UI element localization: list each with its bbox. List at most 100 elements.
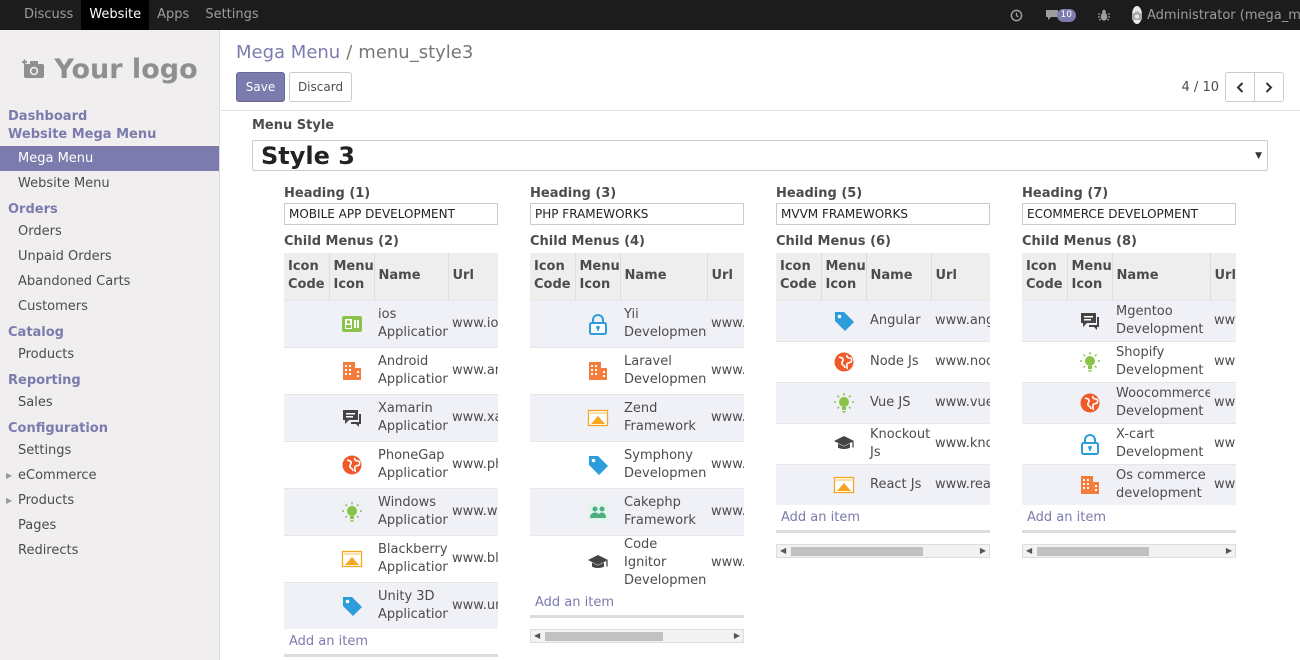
column-header-icon-code[interactable]: Icon Code bbox=[1022, 253, 1067, 300]
table-row[interactable]: Os commerce development www bbox=[1022, 463, 1236, 505]
column-header-url[interactable]: Url bbox=[447, 253, 498, 300]
scrollbar-thumb[interactable] bbox=[545, 631, 663, 641]
app-menu-apps[interactable]: Apps bbox=[149, 0, 197, 30]
table-row[interactable]: Blackberry Application www.bla bbox=[284, 534, 498, 582]
table-row[interactable]: Symphony Development www.s bbox=[530, 440, 744, 488]
discard-button[interactable]: Discard bbox=[289, 72, 352, 102]
column-header-name[interactable]: Name bbox=[865, 253, 931, 300]
table-row[interactable]: Vue JS www.vuej bbox=[776, 381, 990, 423]
table-row[interactable]: Xamarin Application www.xar bbox=[284, 393, 498, 441]
sidebar-section-orders[interactable]: Orders bbox=[0, 201, 219, 219]
horizontal-scrollbar[interactable]: ◀ ▶ bbox=[776, 544, 990, 558]
sidebar-item-ecommerce[interactable]: ▶ eCommerce bbox=[0, 463, 219, 488]
scroll-right-icon[interactable]: ▶ bbox=[980, 544, 986, 558]
sidebar-section-website-mega-menu[interactable]: Website Mega Menu bbox=[0, 126, 219, 144]
sidebar-item-settings[interactable]: Settings bbox=[0, 438, 219, 463]
app-menu-discuss[interactable]: Discuss bbox=[16, 0, 81, 30]
sidebar-item-products[interactable]: Products bbox=[0, 342, 219, 367]
column-header-menu-icon[interactable]: Menu Icon bbox=[820, 253, 866, 300]
icon-code-cell bbox=[284, 487, 329, 535]
sidebar-item-abandoned-carts[interactable]: Abandoned Carts bbox=[0, 269, 219, 294]
messages-icon[interactable]: 10 bbox=[1045, 8, 1076, 22]
pager-previous-button[interactable] bbox=[1225, 72, 1255, 102]
menu-style-select[interactable]: Style 3 ▼ bbox=[252, 140, 1268, 171]
table-row[interactable]: Windows Application www.wir bbox=[284, 487, 498, 535]
sidebar-item-mega-menu[interactable]: Mega Menu bbox=[0, 146, 219, 171]
scroll-left-icon[interactable]: ◀ bbox=[780, 544, 786, 558]
table-row[interactable]: X-cart Development www bbox=[1022, 422, 1236, 464]
breadcrumb-parent[interactable]: Mega Menu bbox=[236, 42, 340, 63]
column-header-icon-code[interactable]: Icon Code bbox=[530, 253, 575, 300]
column-header-icon-code[interactable]: Icon Code bbox=[284, 253, 329, 300]
table-row[interactable]: Zend Framework www.z bbox=[530, 393, 744, 441]
table-row[interactable]: Android Application www.an bbox=[284, 346, 498, 394]
sidebar-section-configuration[interactable]: Configuration bbox=[0, 420, 219, 438]
column-header-name[interactable]: Name bbox=[619, 253, 707, 300]
company-logo[interactable]: Your logo bbox=[0, 30, 220, 108]
heading-input[interactable]: ECOMMERCE DEVELOPMENT bbox=[1022, 203, 1236, 225]
sidebar-item-products[interactable]: ▶ Products bbox=[0, 488, 219, 513]
save-button[interactable]: Save bbox=[236, 72, 285, 102]
sidebar-item-orders[interactable]: Orders bbox=[0, 219, 219, 244]
sidebar-item-pages[interactable]: Pages bbox=[0, 513, 219, 538]
heading-input[interactable]: MOBILE APP DEVELOPMENT bbox=[284, 203, 498, 225]
add-item-link[interactable]: Add an item bbox=[530, 590, 744, 618]
column-header-menu-icon[interactable]: Menu Icon bbox=[1066, 253, 1112, 300]
horizontal-scrollbar[interactable]: ◀ ▶ bbox=[1022, 544, 1236, 558]
user-menu[interactable]: Administrator (mega_m... bbox=[1132, 6, 1300, 24]
heading-input[interactable]: MVVM FRAMEWORKS bbox=[776, 203, 990, 225]
table-row[interactable]: Laravel Development www.l bbox=[530, 346, 744, 394]
clock-icon[interactable] bbox=[1010, 9, 1023, 22]
sidebar-item-customers[interactable]: Customers bbox=[0, 294, 219, 319]
column-header-name[interactable]: Name bbox=[373, 253, 448, 300]
menu-icon-cell bbox=[821, 299, 866, 341]
table-row[interactable]: Knockout Js www.knoc bbox=[776, 422, 990, 464]
sidebar-section-dashboard[interactable]: Dashboard bbox=[0, 108, 219, 126]
add-item-link[interactable]: Add an item bbox=[284, 629, 498, 657]
table-row[interactable]: ios Application www.ios bbox=[284, 299, 498, 347]
table-row[interactable]: Mgentoo Development www bbox=[1022, 299, 1236, 341]
table-row[interactable]: Code Ignitor Development www.c bbox=[530, 534, 744, 590]
column-header-name[interactable]: Name bbox=[1111, 253, 1210, 300]
add-item-link[interactable]: Add an item bbox=[1022, 505, 1236, 533]
sidebar-section-reporting[interactable]: Reporting bbox=[0, 372, 219, 390]
table-row[interactable]: Unity 3D Application www.un bbox=[284, 581, 498, 629]
column-header-url[interactable]: Url bbox=[706, 253, 744, 300]
scroll-right-icon[interactable]: ▶ bbox=[734, 629, 740, 643]
heading-input[interactable]: PHP FRAMEWORKS bbox=[530, 203, 744, 225]
column-header-url[interactable]: Url bbox=[930, 253, 990, 300]
pager-value[interactable]: 4 / 10 bbox=[1182, 80, 1219, 95]
sidebar-item-website-menu[interactable]: Website Menu bbox=[0, 171, 219, 196]
table-row[interactable]: React Js www.reac bbox=[776, 463, 990, 505]
column-header-menu-icon[interactable]: Menu Icon bbox=[574, 253, 620, 300]
table-row[interactable]: Angular www.angu bbox=[776, 299, 990, 341]
pager-next-button[interactable] bbox=[1254, 72, 1284, 102]
sidebar-item-unpaid-orders[interactable]: Unpaid Orders bbox=[0, 244, 219, 269]
scroll-right-icon[interactable]: ▶ bbox=[1226, 544, 1232, 558]
scrollbar-thumb[interactable] bbox=[791, 547, 923, 556]
app-menu-settings[interactable]: Settings bbox=[197, 0, 266, 30]
bug-icon[interactable] bbox=[1098, 9, 1110, 22]
column-header-url[interactable]: Url bbox=[1209, 253, 1236, 300]
table-row[interactable]: Node Js www.node bbox=[776, 340, 990, 382]
url-cell: www.an bbox=[448, 346, 498, 394]
table-row[interactable]: Shopify Development www bbox=[1022, 340, 1236, 382]
add-item-link[interactable]: Add an item bbox=[776, 505, 990, 533]
column-header-icon-code[interactable]: Icon Code bbox=[776, 253, 821, 300]
scroll-left-icon[interactable]: ◀ bbox=[534, 629, 540, 643]
column-header-menu-icon[interactable]: Menu Icon bbox=[328, 253, 374, 300]
sidebar-item-sales[interactable]: Sales bbox=[0, 390, 219, 415]
scroll-left-icon[interactable]: ◀ bbox=[1026, 544, 1032, 558]
table-row[interactable]: Cakephp Framework www.c bbox=[530, 487, 744, 535]
horizontal-scrollbar[interactable]: ◀ ▶ bbox=[530, 628, 744, 643]
sidebar-item-redirects[interactable]: Redirects bbox=[0, 538, 219, 563]
icon-code-cell bbox=[284, 346, 329, 394]
app-menu-website[interactable]: Website bbox=[81, 0, 150, 30]
sidebar-menu: Dashboard Website Mega Menu Mega Menu Websi… bbox=[0, 108, 219, 563]
scrollbar-thumb[interactable] bbox=[1037, 547, 1149, 556]
table-row[interactable]: Yii Development www.y bbox=[530, 299, 744, 347]
name-cell: PhoneGap Application bbox=[374, 440, 448, 488]
table-row[interactable]: Woocommerce Development www bbox=[1022, 381, 1236, 423]
table-row[interactable]: PhoneGap Application www.ph bbox=[284, 440, 498, 488]
sidebar-section-catalog[interactable]: Catalog bbox=[0, 324, 219, 342]
